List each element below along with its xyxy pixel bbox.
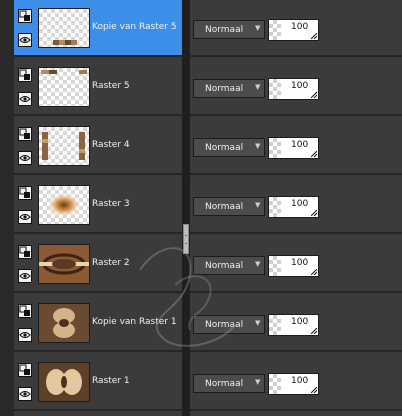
blend-mode-value: Normaal <box>205 25 244 35</box>
chevron-down-icon[interactable]: ▼ <box>255 201 260 209</box>
layer-thumbnail[interactable] <box>38 362 90 402</box>
layer-properties-row: Normaal ▼ 100 <box>190 177 402 234</box>
blend-mode-value: Normaal <box>205 84 244 94</box>
blend-mode-value: Normaal <box>205 320 244 330</box>
chevron-down-icon[interactable]: ▼ <box>255 83 260 91</box>
layer-thumbnail[interactable] <box>38 303 90 343</box>
layer-row[interactable]: Kopie van Raster 5 <box>14 0 182 57</box>
opacity-value: 100 <box>291 140 309 150</box>
blend-mode-select[interactable]: Normaal ▼ <box>193 138 265 157</box>
opacity-field[interactable]: 100 <box>268 373 319 395</box>
chevron-down-icon[interactable]: ▼ <box>255 24 260 32</box>
chevron-down-icon[interactable]: ▼ <box>255 378 260 386</box>
layer-thumbnail[interactable] <box>38 185 90 225</box>
splitter-handle[interactable] <box>183 224 189 254</box>
layers-palette: Kopie van Raster 5 Normaal ▼ 100 Raster … <box>0 0 402 416</box>
layer-thumbnail[interactable] <box>38 244 90 284</box>
eye-icon[interactable] <box>18 210 32 224</box>
layer-row[interactable]: Raster 4 <box>14 118 182 175</box>
layer-row[interactable]: Raster 5 <box>14 59 182 116</box>
blend-mode-value: Normaal <box>205 143 244 153</box>
layer-row[interactable]: Raster 3 <box>14 177 182 234</box>
blend-mode-value: Normaal <box>205 379 244 389</box>
blend-mode-select[interactable]: Normaal ▼ <box>193 20 265 39</box>
layer-thumbnail[interactable] <box>38 67 90 107</box>
chevron-down-icon[interactable]: ▼ <box>255 260 260 268</box>
opacity-value: 100 <box>291 81 309 91</box>
opacity-value: 100 <box>291 258 309 268</box>
raster-layer-icon[interactable] <box>18 304 32 318</box>
blend-mode-value: Normaal <box>205 261 244 271</box>
opacity-value: 100 <box>291 199 309 209</box>
opacity-field[interactable]: 100 <box>268 196 319 218</box>
column-splitter[interactable] <box>182 0 190 416</box>
raster-layer-icon[interactable] <box>18 127 32 141</box>
layer-name[interactable]: Raster 5 <box>92 81 130 91</box>
opacity-value: 100 <box>291 317 309 327</box>
layer-row[interactable]: Raster 1 <box>14 354 182 411</box>
layer-properties-row: Normaal ▼ 100 <box>190 118 402 175</box>
raster-layer-icon[interactable] <box>18 363 32 377</box>
layer-name[interactable]: Raster 3 <box>92 199 130 209</box>
layer-thumbnail[interactable] <box>38 8 90 48</box>
raster-layer-icon[interactable] <box>18 68 32 82</box>
resize-grip-icon <box>311 269 317 275</box>
resize-grip-icon <box>311 92 317 98</box>
layer-name[interactable]: Raster 2 <box>92 258 130 268</box>
chevron-down-icon[interactable]: ▼ <box>255 142 260 150</box>
layer-properties-row: Normaal ▼ 100 <box>190 295 402 352</box>
layer-name[interactable]: Raster 1 <box>92 376 130 386</box>
layer-properties-row: Normaal ▼ 100 <box>190 236 402 293</box>
raster-layer-icon[interactable] <box>18 186 32 200</box>
layer-properties-row: Normaal ▼ 100 <box>190 0 402 57</box>
resize-grip-icon <box>311 151 317 157</box>
layer-name[interactable]: Kopie van Raster 5 <box>92 22 177 32</box>
blend-mode-select[interactable]: Normaal ▼ <box>193 374 265 393</box>
eye-icon[interactable] <box>18 92 32 106</box>
resize-grip-icon <box>311 210 317 216</box>
layer-properties-row: Normaal ▼ 100 <box>190 354 402 411</box>
eye-icon[interactable] <box>18 387 32 401</box>
raster-layer-icon[interactable] <box>18 245 32 259</box>
layer-name[interactable]: Raster 4 <box>92 140 130 150</box>
opacity-field[interactable]: 100 <box>268 255 319 277</box>
layer-row[interactable]: Raster 2 <box>14 236 182 293</box>
layer-properties-row: Normaal ▼ 100 <box>190 59 402 116</box>
blend-mode-value: Normaal <box>205 202 244 212</box>
blend-mode-select[interactable]: Normaal ▼ <box>193 197 265 216</box>
eye-icon[interactable] <box>18 151 32 165</box>
resize-grip-icon <box>311 387 317 393</box>
eye-icon[interactable] <box>18 33 32 47</box>
blend-mode-select[interactable]: Normaal ▼ <box>193 256 265 275</box>
opacity-field[interactable]: 100 <box>268 137 319 159</box>
eye-icon[interactable] <box>18 328 32 342</box>
blend-mode-select[interactable]: Normaal ▼ <box>193 79 265 98</box>
layer-thumbnail[interactable] <box>38 126 90 166</box>
opacity-field[interactable]: 100 <box>268 314 319 336</box>
blend-mode-select[interactable]: Normaal ▼ <box>193 315 265 334</box>
layer-row[interactable]: Kopie van Raster 1 <box>14 295 182 352</box>
opacity-field[interactable]: 100 <box>268 19 319 41</box>
resize-grip-icon <box>311 328 317 334</box>
resize-grip-icon <box>311 33 317 39</box>
chevron-down-icon[interactable]: ▼ <box>255 319 260 327</box>
raster-layer-icon[interactable] <box>18 9 32 23</box>
palette-left-edge <box>0 0 14 416</box>
eye-icon[interactable] <box>18 269 32 283</box>
opacity-field[interactable]: 100 <box>268 78 319 100</box>
opacity-value: 100 <box>291 376 309 386</box>
layer-name[interactable]: Kopie van Raster 1 <box>92 317 177 327</box>
opacity-value: 100 <box>291 22 309 32</box>
